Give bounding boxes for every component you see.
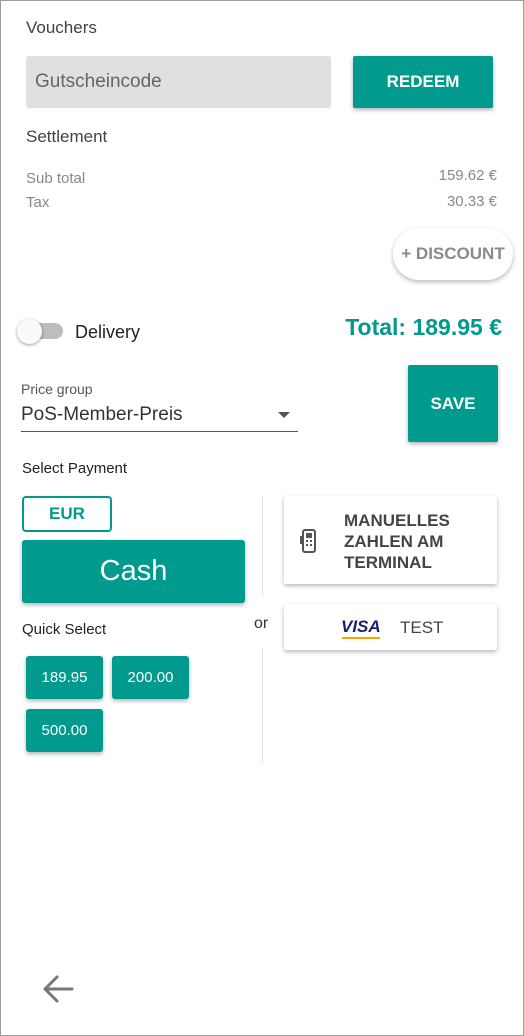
subtotal-value: 159.62 € <box>438 167 497 184</box>
payment-method-terminal[interactable]: MANUELLES ZAHLEN AM TERMINAL <box>284 496 497 584</box>
visa-logo-accent <box>342 637 380 639</box>
vouchers-title: Vouchers <box>26 18 97 37</box>
price-group-value: PoS-Member-Preis <box>21 404 183 425</box>
subtotal-label: Sub total <box>26 170 86 187</box>
payment-method-visa-label: TEST <box>400 618 444 637</box>
or-separator: or <box>254 615 269 632</box>
tax-value: 30.33 € <box>446 193 497 210</box>
payment-divider-top <box>262 496 263 596</box>
total-amount: Total: 189.95 € <box>345 314 502 340</box>
quick-select-label: Quick Select <box>22 621 107 638</box>
redeem-button[interactable]: REDEEM <box>353 56 493 108</box>
quick-amount-button[interactable]: 189.95 <box>26 656 103 699</box>
visa-logo: VISA <box>341 617 381 636</box>
price-group-label: Price group <box>21 381 93 397</box>
delivery-toggle-knob[interactable] <box>17 319 42 344</box>
payment-method-terminal-label: MANUELLES ZAHLEN AM TERMINAL <box>344 511 450 572</box>
save-price-group-button[interactable]: SAVE <box>408 365 498 442</box>
back-arrow-icon[interactable] <box>40 972 76 1006</box>
settlement-title: Settlement <box>26 127 108 146</box>
price-group-select[interactable]: PoS-Member-Preis <box>21 400 298 432</box>
voucher-code-input[interactable] <box>26 56 331 108</box>
add-discount-button[interactable]: + DISCOUNT <box>393 228 513 280</box>
currency-chip[interactable]: EUR <box>22 496 112 532</box>
select-payment-title: Select Payment <box>22 460 128 477</box>
delivery-label: Delivery <box>75 322 141 342</box>
quick-amount-button[interactable]: 500.00 <box>26 709 103 752</box>
cash-button[interactable]: Cash <box>22 540 245 603</box>
card-terminal-icon <box>300 529 318 558</box>
payment-divider-bottom <box>262 648 263 763</box>
payment-method-visa[interactable]: VISA TEST <box>284 604 497 650</box>
chevron-down-icon <box>278 412 290 418</box>
tax-label: Tax <box>26 194 50 211</box>
quick-amount-button[interactable]: 200.00 <box>112 656 189 699</box>
